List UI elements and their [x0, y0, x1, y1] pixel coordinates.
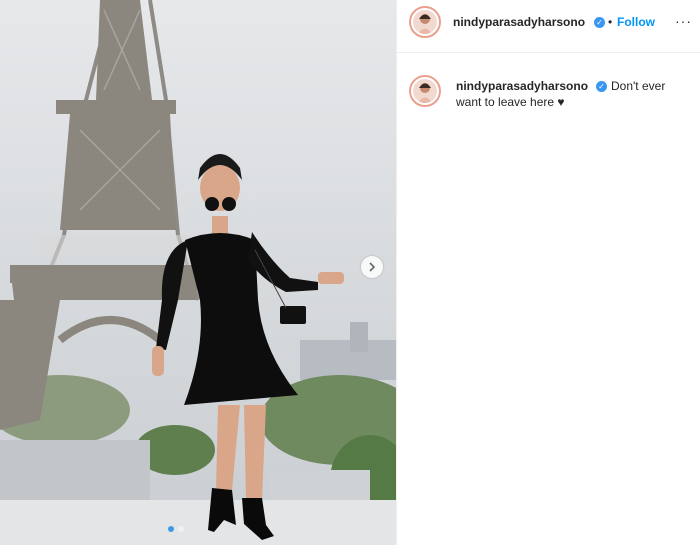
- post-image[interactable]: [0, 0, 396, 545]
- avatar[interactable]: [409, 75, 441, 107]
- follow-button[interactable]: Follow: [617, 15, 655, 29]
- caption-text-line2: want to leave here ♥: [456, 95, 565, 109]
- carousel-dot: [178, 526, 184, 532]
- username-link[interactable]: nindyparasadyharsono: [453, 15, 585, 29]
- post-sidebar: nindyparasadyharsono ✓ • Follow ··· nind…: [396, 0, 700, 545]
- verified-badge-icon: ✓: [596, 81, 607, 92]
- profile-photo: [413, 10, 437, 34]
- eiffel-tower-photo: [0, 0, 396, 545]
- more-options-icon[interactable]: ···: [675, 13, 692, 29]
- chevron-right-icon: [369, 262, 376, 272]
- caption-text: Don't ever: [611, 79, 666, 93]
- carousel-indicator: [168, 526, 184, 532]
- carousel-next-button[interactable]: [361, 256, 383, 278]
- profile-photo: [413, 79, 437, 103]
- avatar[interactable]: [409, 6, 441, 38]
- instagram-post: nindyparasadyharsono ✓ • Follow ··· nind…: [0, 0, 700, 545]
- separator-dot: •: [608, 15, 613, 29]
- carousel-dot-active: [168, 526, 174, 532]
- post-header: nindyparasadyharsono ✓ • Follow ···: [397, 0, 700, 53]
- verified-badge-icon: ✓: [594, 17, 605, 28]
- caption-username-link[interactable]: nindyparasadyharsono: [456, 79, 588, 93]
